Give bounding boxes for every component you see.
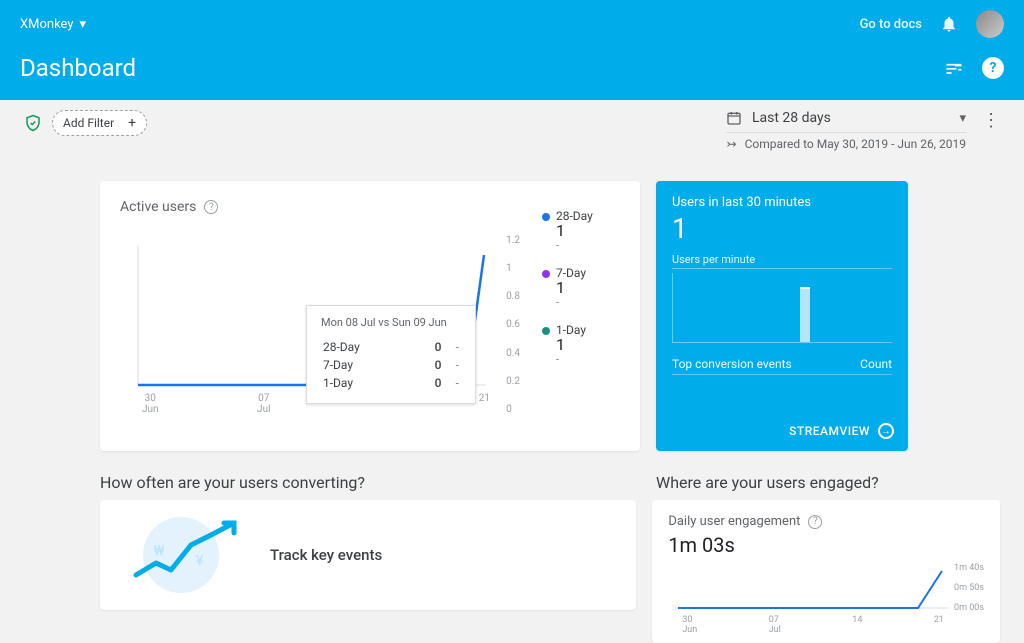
legend-item: 7-Day 1 - [542, 266, 622, 309]
tooltip-row: 1-Day0- [323, 375, 459, 391]
users-per-minute-label: Users per minute [672, 253, 892, 269]
date-range-label: Last 28 days [752, 110, 949, 126]
daily-engagement-chart[interactable]: 1m 40s 0m 50s 0m 00s [668, 563, 984, 613]
track-key-events-label: Track key events [270, 546, 382, 564]
active-users-title: Active users [120, 199, 196, 215]
track-illustration-icon: ₩ ¥ [116, 515, 246, 595]
filter-bar: Add Filter + Last 28 days ▾ ↣ Compared t… [0, 100, 1024, 151]
top-conversion-events-label: Top conversion events [672, 357, 792, 371]
calendar-icon [726, 110, 742, 126]
users-30min-title: Users in last 30 minutes [672, 195, 892, 210]
users-30min-value: 1 [672, 212, 892, 245]
upm-bar [800, 287, 810, 342]
compare-icon: ↣ [727, 137, 737, 151]
tune-icon[interactable] [944, 58, 964, 78]
add-filter-label: Add Filter [63, 116, 114, 130]
legend-item: 28-Day 1 - [542, 209, 622, 252]
tooltip-title: Mon 08 Jul vs Sun 09 Jun [321, 316, 461, 329]
chart-y-axis: 1.2 1 0.8 0.6 0.4 0.2 0 [506, 235, 520, 415]
engaged-section-title: Where are your users engaged? [656, 473, 1000, 492]
streamview-link[interactable]: STREAMVIEW → [789, 423, 894, 439]
compare-label: Compared to May 30, 2019 - Jun 26, 2019 [745, 137, 966, 151]
users-per-minute-chart [672, 273, 892, 343]
svg-text:¥: ¥ [196, 553, 204, 569]
converting-section-title: How often are your users converting? [100, 473, 640, 492]
legend-dot-icon [542, 270, 550, 278]
legend-dot-icon [542, 213, 550, 221]
count-label: Count [860, 357, 892, 371]
legend-dot-icon [542, 327, 550, 335]
project-selector[interactable]: XMonkey ▾ [20, 17, 86, 32]
add-filter-button[interactable]: Add Filter + [52, 110, 147, 136]
date-range-selector[interactable]: Last 28 days ▾ [726, 110, 966, 133]
engagement-y-axis: 1m 40s 0m 50s 0m 00s [954, 563, 984, 613]
svg-text:₩: ₩ [154, 543, 165, 559]
go-to-docs-link[interactable]: Go to docs [860, 17, 922, 32]
help-icon[interactable]: ? [982, 57, 1004, 79]
users-30min-card: Users in last 30 minutes 1 Users per min… [656, 181, 908, 451]
tooltip-row: 7-Day0- [323, 357, 459, 373]
legend-item: 1-Day 1 - [542, 323, 622, 366]
active-users-card: Active users ? 1.2 1 0.8 0.6 0.4 0.2 0 3… [100, 181, 640, 451]
overflow-menu-icon[interactable]: ⋮ [972, 110, 1000, 131]
track-key-events-card[interactable]: ₩ ¥ Track key events [100, 500, 636, 610]
info-icon[interactable]: ? [204, 200, 218, 214]
shield-icon [24, 114, 42, 132]
active-users-chart[interactable]: 1.2 1 0.8 0.6 0.4 0.2 0 30Jun 07Jul 14 2… [126, 235, 496, 415]
chevron-down-icon: ▾ [959, 111, 966, 126]
daily-engagement-card: Daily user engagement ? 1m 03s 1m 40s 0m… [652, 500, 1000, 643]
bell-icon[interactable] [940, 15, 958, 33]
tooltip-row: 28-Day0- [323, 339, 459, 355]
info-icon[interactable]: ? [808, 515, 822, 529]
avatar[interactable] [976, 10, 1004, 38]
chevron-down-icon: ▾ [80, 17, 87, 32]
chart-tooltip: Mon 08 Jul vs Sun 09 Jun 28-Day0- 7-Day0… [306, 305, 476, 404]
daily-engagement-title: Daily user engagement [668, 514, 800, 529]
daily-engagement-value: 1m 03s [668, 533, 984, 557]
project-name: XMonkey [20, 17, 74, 32]
engagement-x-axis: 30Jun 07Jul 14 21 [668, 613, 984, 635]
page-title: Dashboard [20, 54, 136, 82]
arrow-right-icon: → [878, 423, 894, 439]
chart-legend: 28-Day 1 - 7-Day 1 - 1-Day 1 - [542, 209, 622, 380]
plus-icon: + [128, 115, 136, 131]
app-header: XMonkey ▾ Go to docs Dashboard ? [0, 0, 1024, 100]
